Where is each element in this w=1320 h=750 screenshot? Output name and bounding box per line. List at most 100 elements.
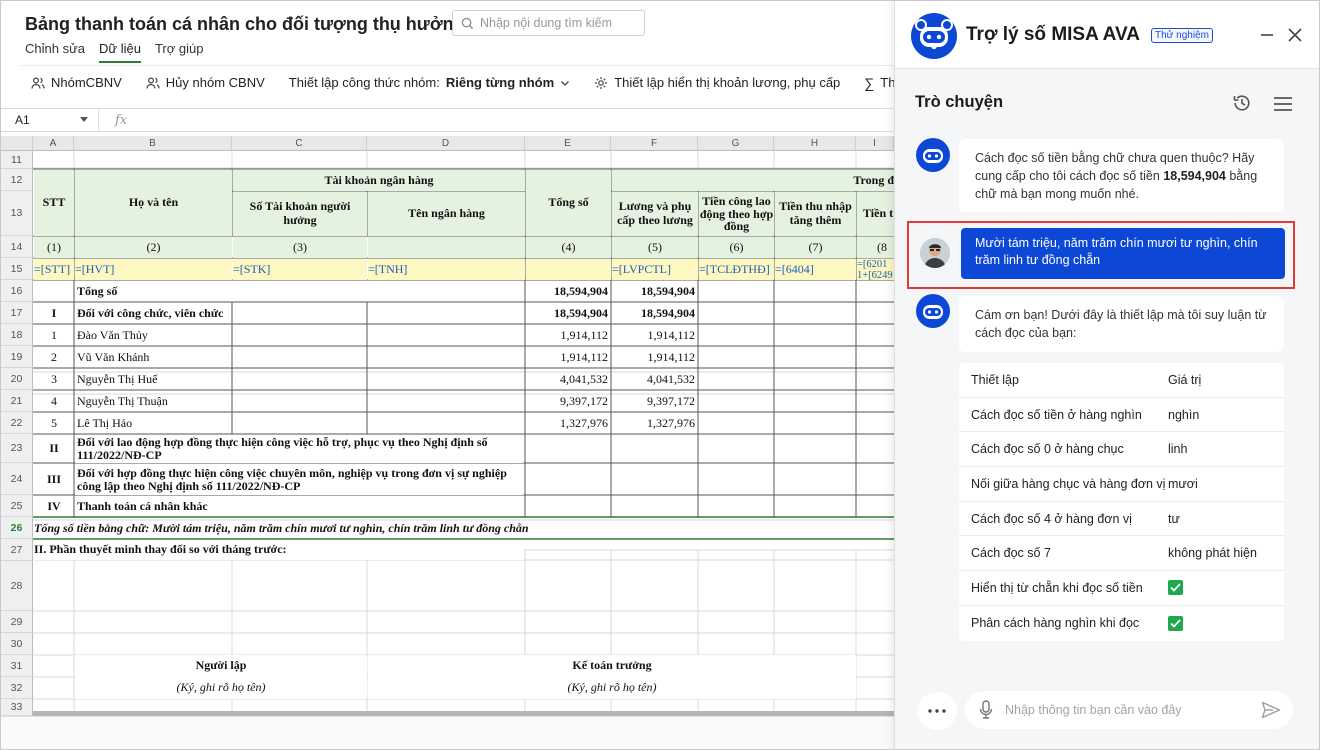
person-stt[interactable]: 4 (34, 391, 74, 412)
person-stt[interactable]: 5 (34, 413, 74, 434)
part2-heading[interactable]: II. Phần thuyết minh thay đổi so với thá… (34, 540, 524, 560)
column-header-d[interactable]: D (367, 136, 525, 151)
section-e[interactable]: 18,594,904 (526, 303, 611, 324)
person-total[interactable]: 1,914,112 (526, 325, 611, 346)
ungroup-employees-button[interactable]: Hủy nhóm CBNV (134, 68, 277, 98)
hamburger-menu-icon[interactable] (1273, 95, 1293, 113)
menu-help[interactable]: Trợ giúp (155, 41, 204, 63)
person-name[interactable]: Đào Văn Thủy (75, 325, 232, 346)
row-header[interactable]: 12 (1, 169, 33, 191)
minimize-icon[interactable] (1259, 25, 1275, 45)
formula-cell[interactable]: =[TNH] (368, 259, 525, 280)
person-name[interactable]: Nguyễn Thị Huế (75, 369, 232, 390)
row-header[interactable]: 24 (1, 463, 33, 495)
sum-settings-button[interactable]: ∑ Thiết lập hi (852, 68, 894, 98)
formula-cell[interactable]: =[6201 1+[6249 (857, 259, 894, 280)
person-total[interactable]: 1,327,976 (526, 413, 611, 434)
person-stt[interactable]: 1 (34, 325, 74, 346)
person-salary[interactable]: 9,397,172 (612, 391, 698, 412)
column-header-e[interactable]: E (525, 136, 611, 151)
section-label[interactable]: Đối với hợp đồng thực hiện công việc chu… (75, 464, 523, 495)
preparer-sign-hint[interactable]: (Ký, ghi rõ họ tên) (75, 677, 367, 699)
header-ho-ten[interactable]: Họ và tên (75, 170, 232, 236)
menu-data[interactable]: Dữ liệu (99, 41, 141, 63)
index-cell[interactable]: (7) (775, 237, 856, 258)
row-header[interactable]: 30 (1, 633, 33, 655)
search-box[interactable] (452, 10, 645, 36)
section-label[interactable]: Đối với công chức, viên chức (75, 303, 375, 324)
corner-cell[interactable] (1, 136, 33, 151)
header-tien-cong[interactable]: Tiền công lao động theo hợp đồng (699, 192, 774, 236)
person-name[interactable]: Vũ Văn Khánh (75, 347, 232, 368)
header-tien-t[interactable]: Tiền t (857, 192, 894, 236)
section-label[interactable]: Đối với lao động hợp đồng thực hiện công… (75, 435, 523, 463)
more-options-button[interactable] (917, 692, 957, 730)
spreadsheet-grid[interactable]: A B C D E F G H I 11 12 13 14 15 16 17 1… (1, 136, 894, 716)
send-icon[interactable] (1261, 701, 1281, 719)
column-header-f[interactable]: F (611, 136, 698, 151)
checkbox-checked-icon[interactable] (1168, 580, 1183, 596)
person-name[interactable]: Lê Thị Hảo (75, 413, 232, 434)
checkbox-checked-icon[interactable] (1168, 615, 1183, 631)
formula-cell[interactable]: =[STK] (233, 259, 367, 280)
formula-cell[interactable]: =[6404] (775, 259, 856, 280)
cell-name-box[interactable]: A1 (1, 109, 99, 131)
group-formula-dropdown[interactable]: Thiết lập công thức nhóm: Riêng từng nhó… (277, 68, 582, 98)
preparer-label[interactable]: Người lập (75, 655, 367, 677)
amount-in-words[interactable]: Tổng số tiền bằng chữ: Mười tám triệu, n… (34, 518, 894, 539)
column-header-c[interactable]: C (232, 136, 367, 151)
person-salary[interactable]: 1,914,112 (612, 325, 698, 346)
chief-accountant-sign-hint[interactable]: (Ký, ghi rõ họ tên) (368, 677, 856, 699)
total-f[interactable]: 18,594,904 (612, 281, 698, 302)
column-header-h[interactable]: H (774, 136, 856, 151)
formula-cell[interactable]: =[TCLĐTHĐ] (699, 259, 774, 280)
formula-cell[interactable]: =[LVPCTL] (612, 259, 698, 280)
person-stt[interactable]: 3 (34, 369, 74, 390)
person-total[interactable]: 9,397,172 (526, 391, 611, 412)
row-header[interactable]: 14 (1, 236, 33, 258)
row-header[interactable]: 11 (1, 151, 33, 169)
chief-accountant-label[interactable]: Kế toán trưởng (368, 655, 856, 677)
row-header[interactable]: 17 (1, 302, 33, 324)
chat-input-box[interactable] (965, 691, 1293, 729)
formula-cell[interactable]: =[HVT] (75, 259, 232, 280)
header-trong-do[interactable]: Trong đ (612, 170, 894, 191)
index-cell[interactable]: (3) (233, 237, 367, 258)
row-header[interactable]: 19 (1, 346, 33, 368)
section-number[interactable]: III (34, 464, 74, 495)
section-number[interactable]: IV (34, 496, 74, 517)
row-header-active[interactable]: 26 (1, 517, 33, 539)
section-number[interactable]: I (34, 303, 74, 324)
index-cell[interactable]: (8 (857, 237, 894, 258)
index-cell[interactable]: (2) (75, 237, 232, 258)
column-header-g[interactable]: G (698, 136, 774, 151)
index-cell-empty[interactable] (368, 237, 525, 258)
row-header[interactable]: 15 (1, 258, 33, 280)
row-header[interactable]: 29 (1, 611, 33, 633)
index-cell[interactable]: (1) (34, 237, 74, 258)
row-header[interactable]: 21 (1, 390, 33, 412)
section-f[interactable]: 18,594,904 (612, 303, 698, 324)
person-total[interactable]: 4,041,532 (526, 369, 611, 390)
person-total[interactable]: 1,914,112 (526, 347, 611, 368)
display-settings-button[interactable]: Thiết lập hiển thị khoản lương, phụ cấp (582, 68, 852, 98)
history-icon[interactable] (1232, 93, 1252, 113)
person-name[interactable]: Nguyễn Thị Thuận (75, 391, 232, 412)
row-header[interactable]: 31 (1, 655, 33, 677)
search-input[interactable] (480, 16, 630, 30)
header-tien-thu[interactable]: Tiền thu nhập tăng thêm (775, 192, 856, 236)
person-stt[interactable]: 2 (34, 347, 74, 368)
person-salary[interactable]: 1,327,976 (612, 413, 698, 434)
row-header[interactable]: 28 (1, 561, 33, 611)
index-cell[interactable]: (4) (526, 237, 611, 258)
row-header[interactable]: 22 (1, 412, 33, 434)
row-header[interactable]: 33 (1, 699, 33, 716)
row-header[interactable]: 20 (1, 368, 33, 390)
index-cell[interactable]: (6) (699, 237, 774, 258)
section-label[interactable]: Thanh toán cá nhân khác (75, 496, 375, 517)
row-header[interactable]: 32 (1, 677, 33, 699)
formula-cell[interactable]: =[STT] (34, 259, 74, 280)
row-header[interactable]: 13 (1, 191, 33, 236)
header-so-tk[interactable]: Số Tài khoản người hưởng (233, 192, 367, 236)
header-tong-so[interactable]: Tổng số (526, 170, 611, 236)
